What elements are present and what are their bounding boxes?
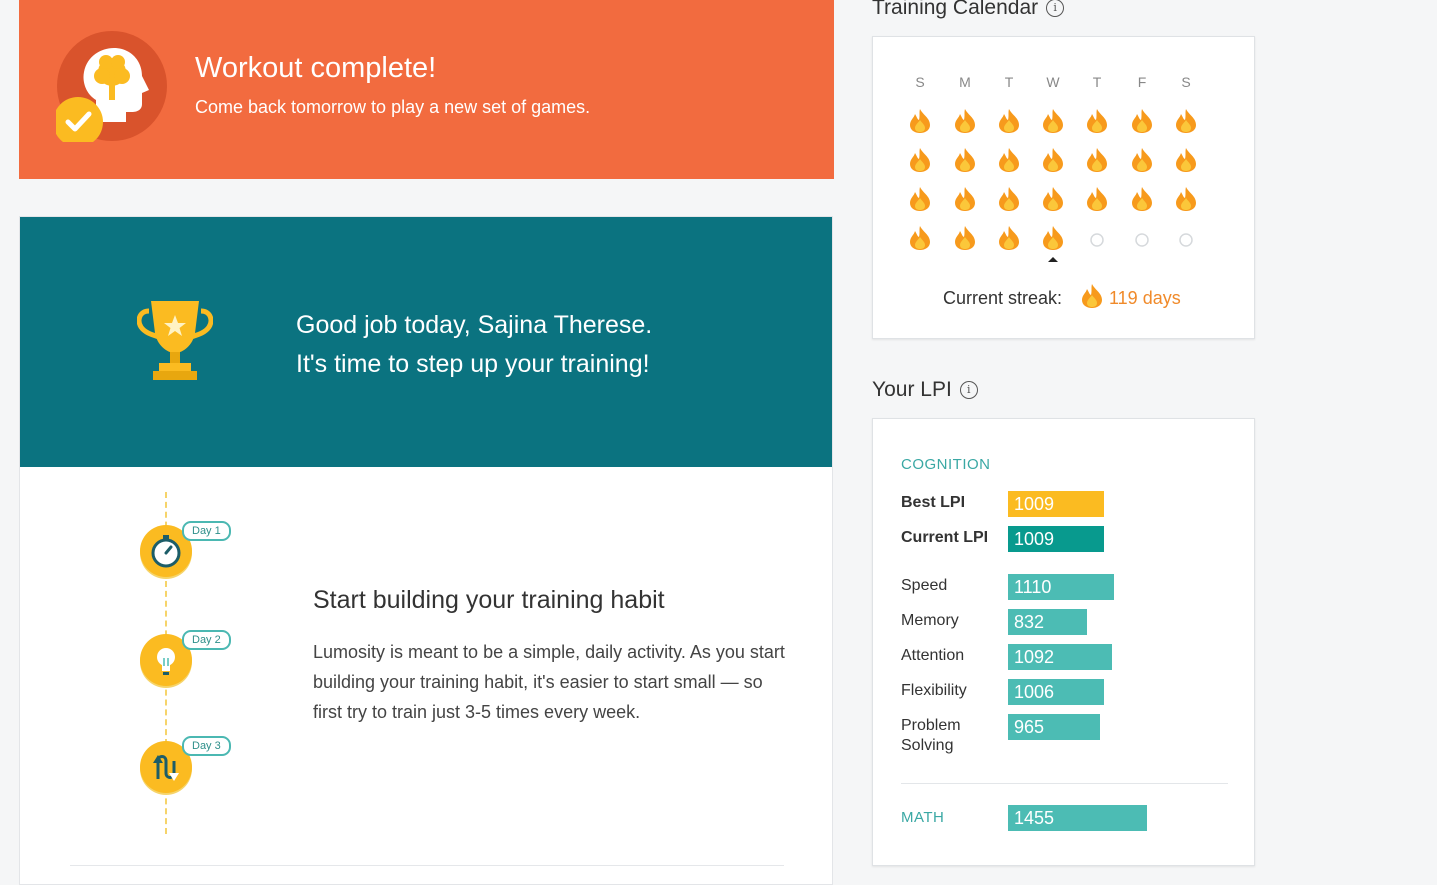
current-streak-label: Current streak:	[943, 288, 1063, 308]
trophy-icon	[137, 301, 213, 380]
math-lpi-bar: 1455	[1008, 805, 1147, 831]
lpi-heading: Your LPI i	[872, 378, 978, 402]
weekday-header: T	[1092, 74, 1102, 90]
lpi-info-icon[interactable]: i	[959, 381, 978, 399]
flame-icon	[909, 108, 935, 136]
math-lpi-value: 1455	[1014, 808, 1055, 828]
lpi-area-value: 1006	[1014, 682, 1055, 702]
lpi-area-value: 965	[1014, 717, 1045, 737]
current-lpi-value: 1009	[1014, 529, 1055, 549]
flame-icon	[1175, 186, 1201, 214]
best-lpi-bar: 1009	[1008, 491, 1104, 517]
lpi-area-bar: 1110	[1008, 574, 1114, 600]
training-calendar-heading: Training Calendar i	[872, 0, 1065, 20]
good-job-message: Good job today, Sajina Therese.	[296, 311, 653, 339]
flame-icon	[954, 108, 980, 136]
best-lpi-value: 1009	[1014, 494, 1055, 514]
lpi-panel: COGNITION Best LPI 1009 Current LPI 1009…	[872, 418, 1255, 866]
lpi-area-bar: 1006	[1008, 679, 1104, 705]
card-divider	[70, 865, 784, 866]
flame-icon	[954, 147, 980, 175]
calendar-info-icon[interactable]: i	[1046, 0, 1065, 17]
flame-icon	[1042, 108, 1068, 136]
step-up-message: It's time to step up your training!	[296, 350, 650, 378]
day-tag-1: Day 1	[182, 521, 231, 541]
habit-title: Start building your training habit	[313, 586, 665, 614]
flame-icon	[1042, 147, 1068, 175]
current-streak-value: 119 days	[1109, 288, 1181, 308]
encouragement-header: Good job today, Sajina Therese. It's tim…	[20, 217, 832, 467]
flame-icon	[1042, 225, 1068, 253]
lpi-area-value: 1092	[1014, 647, 1055, 667]
current-lpi-bar: 1009	[1008, 526, 1104, 552]
streak-flame-icon	[1082, 284, 1102, 308]
workout-complete-banner: Workout complete! Come back tomorrow to …	[19, 0, 834, 179]
empty-day-icon	[1086, 225, 1112, 253]
flame-icon	[998, 225, 1024, 253]
today-marker-icon	[1048, 257, 1058, 262]
lpi-area-bar: 832	[1008, 609, 1087, 635]
flame-icon	[1042, 186, 1068, 214]
best-lpi-label: Best LPI	[901, 494, 966, 511]
training-calendar-title: Training Calendar	[872, 0, 1039, 19]
lpi-area-label: Flexibility	[901, 682, 967, 699]
flame-icon	[1086, 186, 1112, 214]
flame-icon	[1131, 147, 1157, 175]
flame-icon	[909, 186, 935, 214]
habit-description: Lumosity is meant to be a simple, daily …	[313, 642, 785, 722]
lpi-title: Your LPI	[872, 378, 952, 401]
flame-icon	[1131, 186, 1157, 214]
flame-icon	[998, 108, 1024, 136]
weekday-header: S	[915, 74, 925, 90]
day-tag-2: Day 2	[182, 630, 231, 650]
weekday-header: M	[959, 74, 971, 90]
flame-icon	[954, 225, 980, 253]
lpi-area-bar: 1092	[1008, 644, 1112, 670]
flame-icon	[1175, 108, 1201, 136]
current-lpi-label: Current LPI	[901, 529, 989, 546]
weekday-header: T	[1004, 74, 1014, 90]
training-card: Good job today, Sajina Therese. It's tim…	[19, 216, 833, 885]
empty-day-icon	[1175, 225, 1201, 253]
lpi-area-label: Attention	[901, 647, 965, 664]
flame-icon	[954, 186, 980, 214]
banner-title: Workout complete!	[195, 52, 437, 84]
day-tag-3: Day 3	[182, 736, 231, 756]
empty-day-icon	[1131, 225, 1157, 253]
brain-head-logo-icon	[56, 31, 167, 142]
weekday-header: S	[1181, 74, 1191, 90]
lpi-area-label: Problem Solving	[901, 717, 961, 754]
lpi-area-value: 1110	[1014, 577, 1052, 597]
flame-icon	[1086, 147, 1112, 175]
flame-icon	[1131, 108, 1157, 136]
lpi-area-bar: 965	[1008, 714, 1100, 740]
cognition-section-label: COGNITION	[901, 456, 991, 473]
lpi-area-label: Memory	[901, 612, 959, 629]
lpi-divider	[901, 783, 1228, 784]
lpi-area-value: 832	[1014, 612, 1045, 632]
lpi-area-label: Speed	[901, 577, 948, 594]
flame-icon	[909, 147, 935, 175]
training-calendar-panel: S M T W T F S Current streak: 119 days	[872, 36, 1255, 339]
flame-icon	[1086, 108, 1112, 136]
math-section-label: MATH	[901, 809, 945, 826]
flame-icon	[998, 147, 1024, 175]
weekday-header: W	[1046, 74, 1060, 90]
flame-icon	[998, 186, 1024, 214]
weekday-header: F	[1137, 74, 1147, 90]
flame-icon	[909, 225, 935, 253]
flame-icon	[1175, 147, 1201, 175]
banner-subtitle: Come back tomorrow to play a new set of …	[195, 97, 591, 117]
